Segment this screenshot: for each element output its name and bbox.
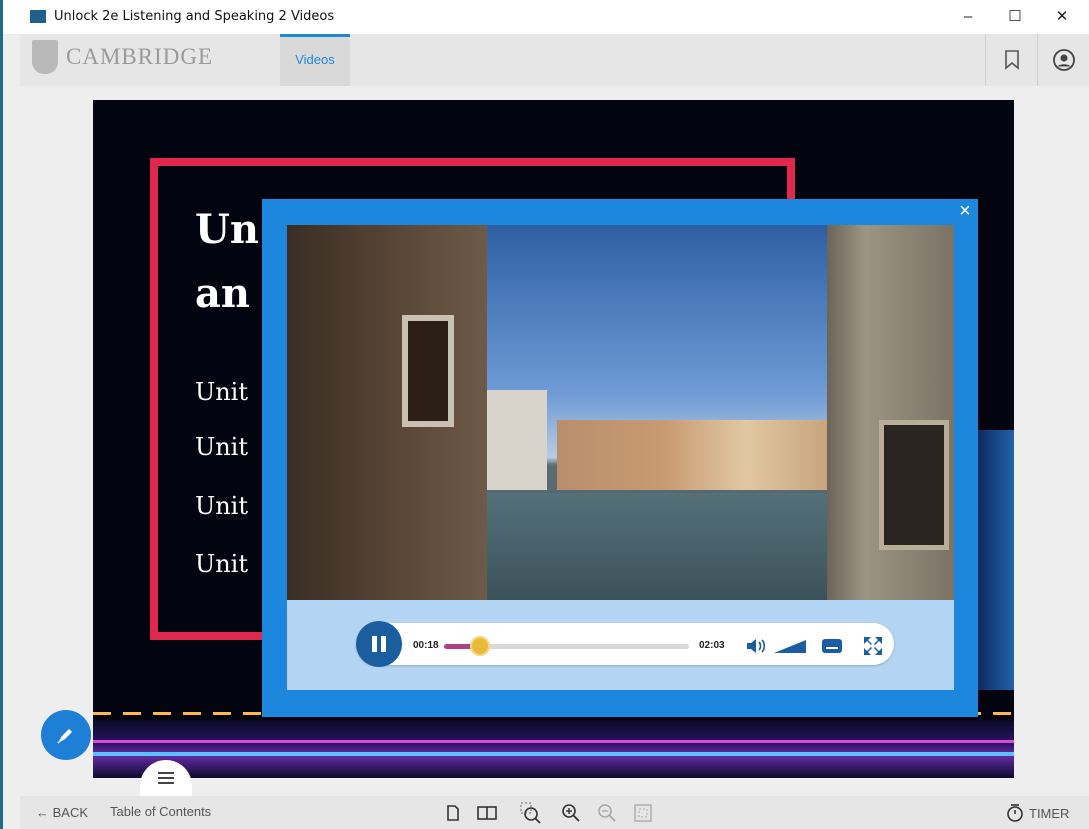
table-of-contents-link[interactable]: Table of Contents bbox=[110, 804, 211, 819]
single-page-icon bbox=[447, 805, 459, 821]
cambridge-logo-text: CAMBRIDGE bbox=[66, 44, 214, 69]
zoom-out-button[interactable] bbox=[596, 802, 618, 824]
hamburger-icon bbox=[158, 772, 174, 784]
fullscreen-button[interactable] bbox=[861, 634, 885, 658]
bookmark-icon bbox=[1005, 50, 1019, 70]
profile-button[interactable] bbox=[1037, 34, 1089, 86]
captions-button[interactable] bbox=[820, 634, 844, 658]
zoom-area-button[interactable] bbox=[520, 802, 542, 824]
video-left-window bbox=[402, 315, 454, 427]
unit-link-4[interactable]: Unit bbox=[195, 550, 248, 578]
seek-handle[interactable] bbox=[470, 636, 490, 656]
city-lights-background bbox=[93, 720, 1014, 778]
pen-icon bbox=[57, 729, 72, 744]
unit-link-1[interactable]: Unit bbox=[195, 378, 248, 406]
close-video-button[interactable]: × bbox=[955, 200, 975, 222]
video-right-window bbox=[879, 420, 949, 550]
stopwatch-icon bbox=[1007, 804, 1023, 822]
close-window-button[interactable]: ✕ bbox=[1043, 4, 1081, 30]
pause-icon bbox=[372, 636, 377, 652]
mute-button[interactable] bbox=[742, 634, 770, 658]
duration: 02:03 bbox=[699, 640, 725, 651]
arrow-left-icon: ← bbox=[36, 805, 53, 820]
current-time: 00:18 bbox=[413, 640, 439, 651]
volume-level-icon bbox=[774, 640, 806, 653]
captions-icon bbox=[822, 639, 842, 653]
video-buildings bbox=[557, 420, 827, 490]
fit-page-icon bbox=[634, 804, 652, 822]
window-left-border bbox=[0, 0, 3, 829]
back-button[interactable]: ← BACK bbox=[36, 805, 88, 820]
single-page-button[interactable] bbox=[442, 802, 464, 824]
pause-icon-bar bbox=[381, 636, 386, 652]
unit-link-3[interactable]: Unit bbox=[195, 492, 248, 520]
video-frame[interactable] bbox=[287, 225, 954, 600]
slide-title-line-2: an bbox=[195, 270, 250, 317]
double-page-button[interactable] bbox=[476, 802, 498, 824]
zoom-out-icon bbox=[598, 804, 616, 822]
video-left-building bbox=[287, 225, 487, 600]
video-canal-water bbox=[472, 493, 832, 600]
window-title-bar: Unlock 2e Listening and Speaking 2 Video… bbox=[3, 0, 1089, 34]
zoom-area-icon bbox=[520, 802, 541, 824]
bookmark-button[interactable] bbox=[985, 34, 1038, 86]
fullscreen-icon bbox=[864, 637, 882, 655]
cambridge-shield-logo bbox=[32, 40, 58, 74]
unit-link-2[interactable]: Unit bbox=[195, 433, 248, 461]
light-trail-blue bbox=[93, 752, 1014, 756]
light-trail-pink bbox=[93, 740, 1014, 743]
pause-button[interactable] bbox=[356, 621, 402, 667]
speaker-icon bbox=[747, 639, 766, 653]
timer-button[interactable]: TIMER bbox=[1006, 803, 1069, 823]
user-icon bbox=[1053, 49, 1075, 71]
volume-slider[interactable] bbox=[772, 634, 808, 658]
network-graphic bbox=[973, 430, 1014, 690]
minimize-button[interactable]: – bbox=[949, 4, 987, 30]
zoom-in-button[interactable] bbox=[560, 802, 582, 824]
zoom-in-icon bbox=[562, 804, 580, 822]
double-page-icon bbox=[477, 806, 497, 820]
maximize-button[interactable]: ☐ bbox=[996, 4, 1034, 30]
tab-videos[interactable]: Videos bbox=[280, 34, 350, 86]
fit-page-button[interactable] bbox=[632, 802, 654, 824]
annotate-button[interactable] bbox=[41, 710, 91, 760]
app-header: CAMBRIDGE Videos bbox=[20, 34, 1089, 86]
slide-title-line-1: Un bbox=[195, 206, 259, 253]
window-title: Unlock 2e Listening and Speaking 2 Video… bbox=[54, 9, 335, 24]
app-icon bbox=[30, 10, 46, 23]
slide-title: Un an bbox=[195, 198, 259, 326]
back-label: BACK bbox=[52, 805, 89, 820]
bottom-toolbar: ← BACK Table of Contents TIMER bbox=[20, 796, 1089, 829]
timer-label: TIMER bbox=[1029, 805, 1070, 821]
